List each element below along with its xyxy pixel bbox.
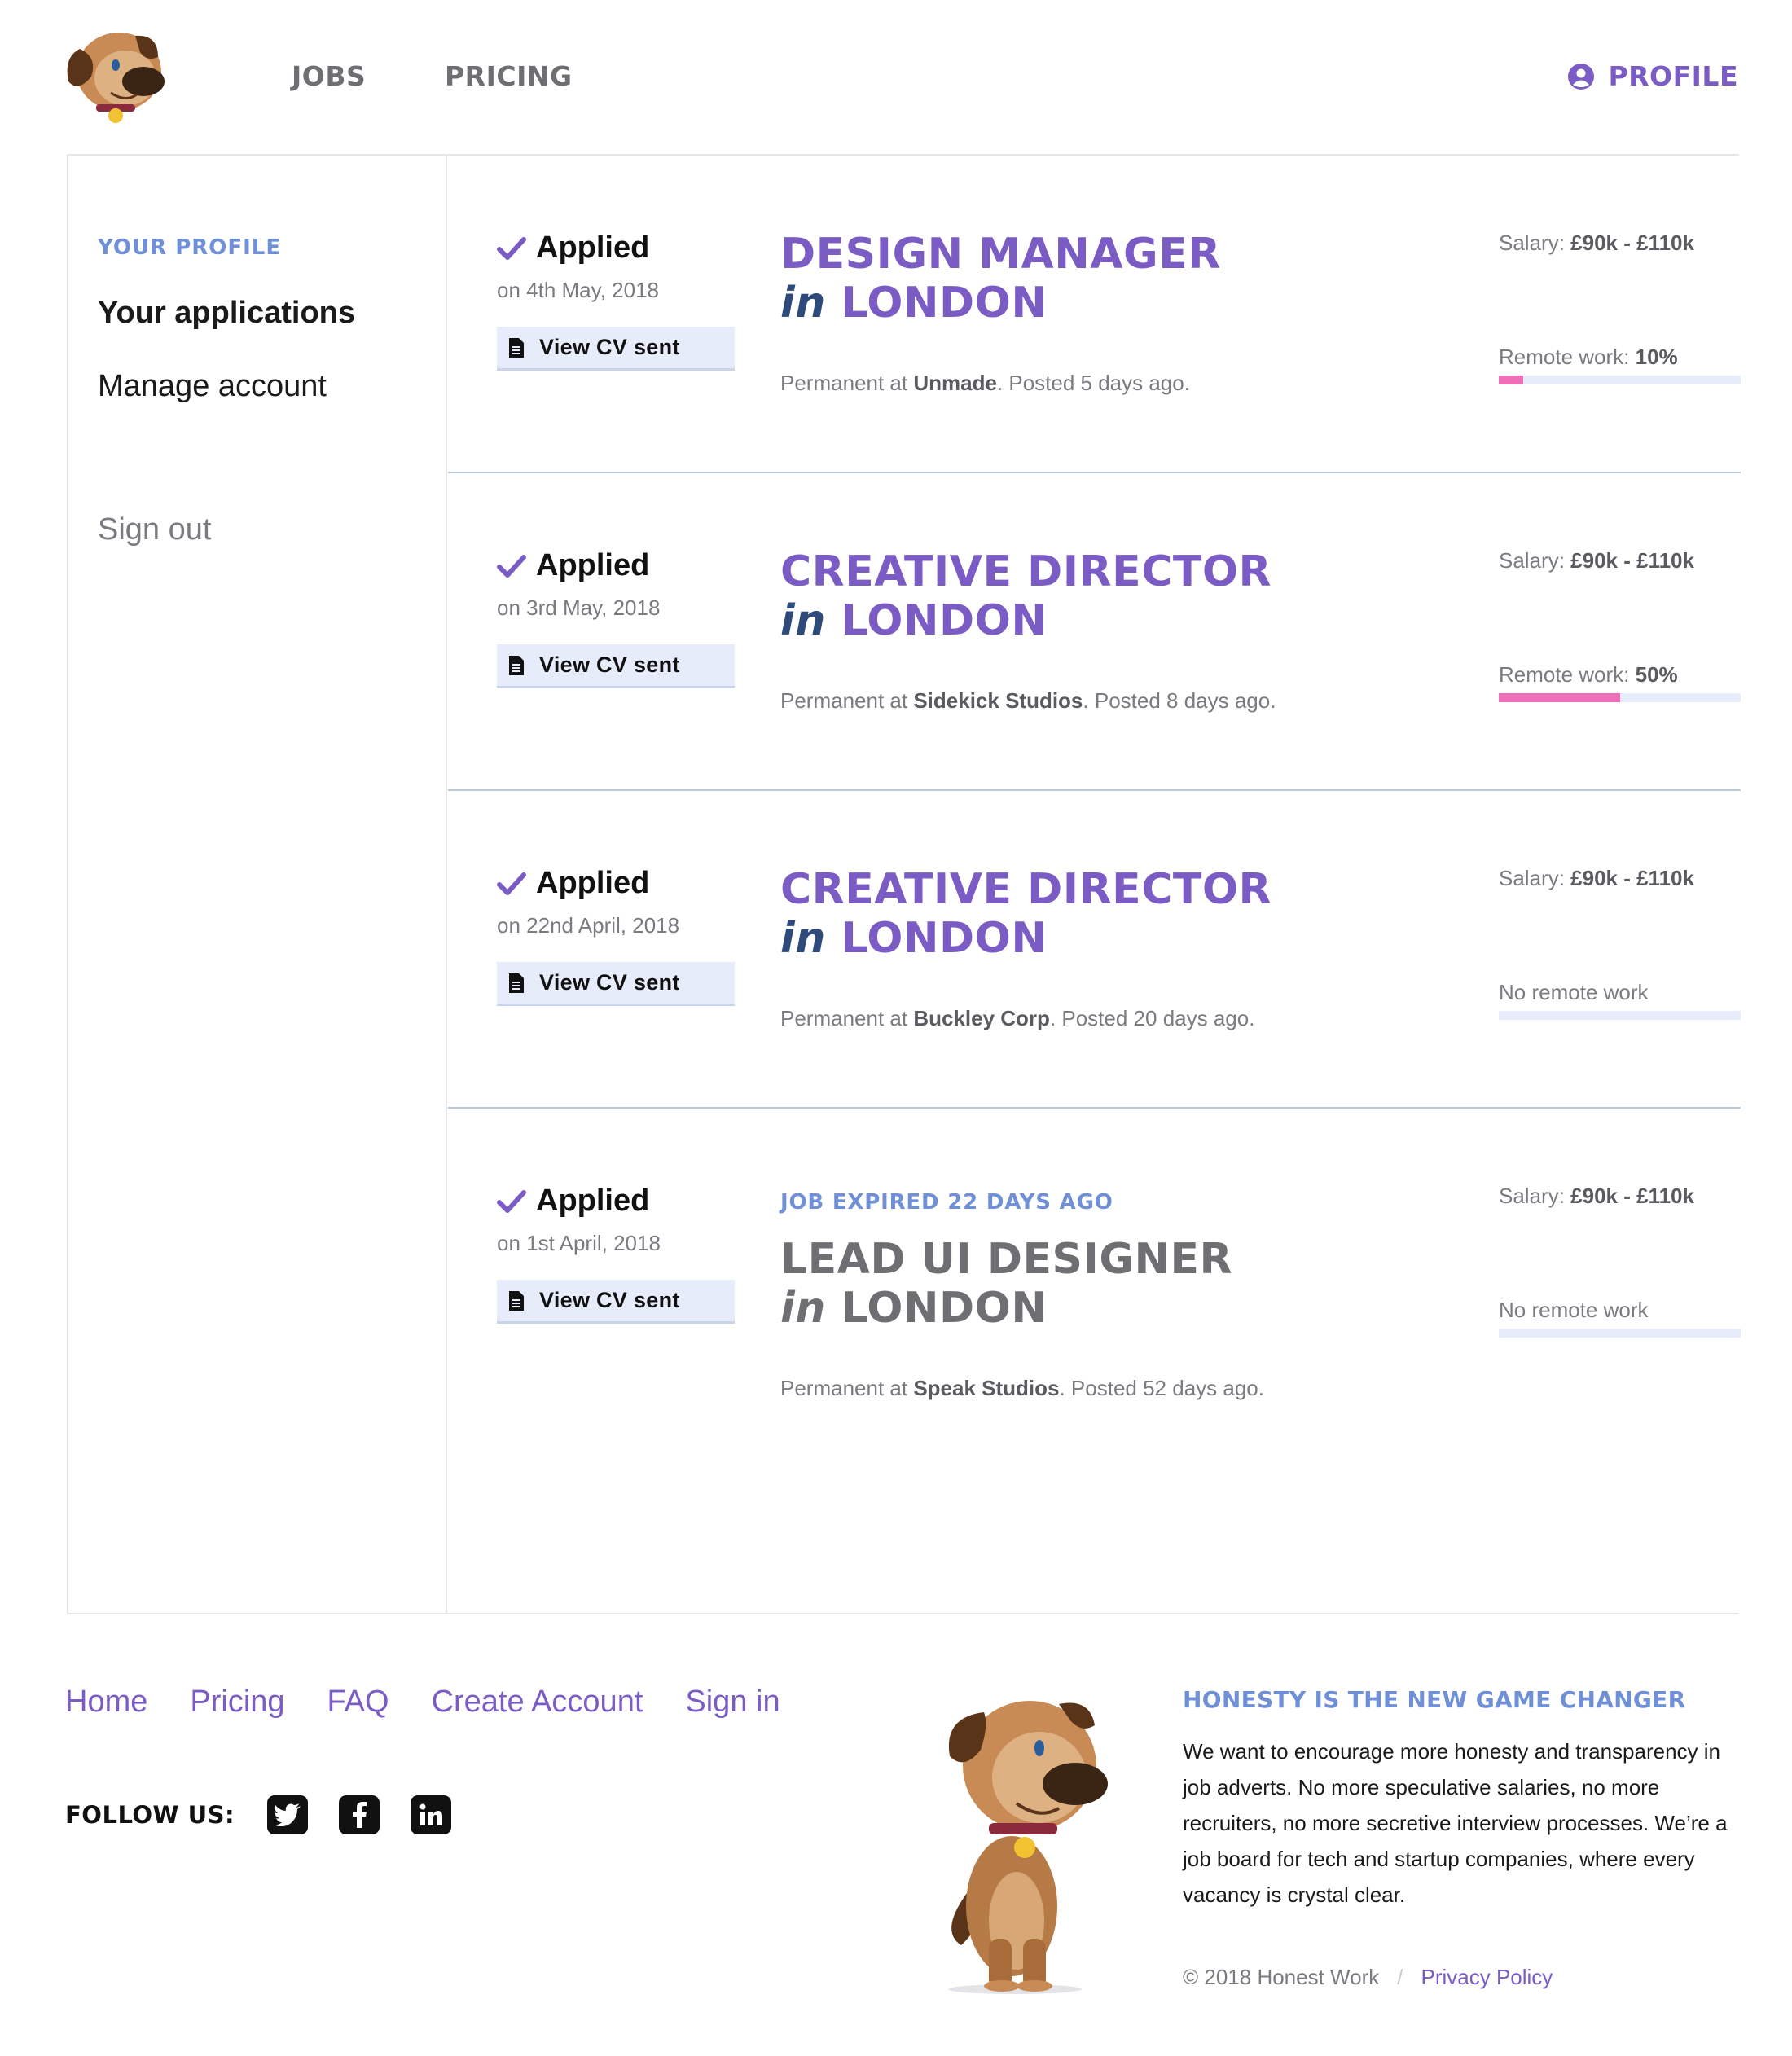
footer-link-create-account[interactable]: Create Account <box>432 1685 643 1720</box>
applied-label: Applied <box>536 548 650 582</box>
facebook-icon[interactable] <box>339 1795 380 1834</box>
footer-separator: / <box>1397 1965 1403 1989</box>
document-icon <box>509 337 524 358</box>
salary: Salary: £90k - £110k <box>1499 1184 1694 1208</box>
application-row: Applied on 4th May, 2018 View CV sent DE… <box>448 156 1741 473</box>
job-meta: Permanent at Buckley Corp. Posted 20 day… <box>780 1006 1255 1030</box>
check-icon <box>497 872 526 895</box>
applied-date: on 4th May, 2018 <box>497 278 659 302</box>
document-icon <box>509 973 524 993</box>
applied-label: Applied <box>536 231 650 265</box>
company-name[interactable]: Sidekick Studios <box>913 688 1083 713</box>
salary: Salary: £90k - £110k <box>1499 548 1694 573</box>
sidebar-heading: YOUR PROFILE <box>98 235 282 260</box>
applied-status: Applied <box>497 231 649 266</box>
application-row: Applied on 1st April, 2018 View CV sent … <box>448 1109 1741 1597</box>
view-cv-label: View CV sent <box>539 970 680 995</box>
linkedin-icon[interactable] <box>411 1795 452 1834</box>
follow-label: FOLLOW US: <box>65 1801 235 1829</box>
applied-status: Applied <box>497 548 649 583</box>
document-icon <box>509 1290 524 1311</box>
job-meta: Permanent at Sidekick Studios. Posted 8 … <box>780 688 1276 713</box>
company-name[interactable]: Unmade <box>913 371 997 395</box>
job-location: in LONDON <box>780 913 1048 963</box>
expired-badge: JOB EXPIRED 22 DAYS AGO <box>780 1190 1113 1215</box>
job-title-text: LEAD UI DESIGNER <box>780 1235 1233 1284</box>
job-meta: Permanent at Unmade. Posted 5 days ago. <box>780 371 1190 395</box>
dog-mascot-illustration <box>948 1701 1108 1994</box>
job-location: in LONDON <box>780 1283 1048 1333</box>
applied-date: on 1st April, 2018 <box>497 1231 661 1255</box>
sidebar-item-your-applications[interactable]: Your applications <box>98 296 355 331</box>
profile-sidebar: YOUR PROFILE Your applications Manage ac… <box>68 156 447 1613</box>
applied-date: on 22nd April, 2018 <box>497 913 680 938</box>
tagline-heading: HONESTY IS THE NEW GAME CHANGER <box>1183 1686 1686 1713</box>
job-title-text: DESIGN MANAGER <box>780 230 1221 279</box>
remote-work-bar <box>1499 693 1741 702</box>
salary: Salary: £90k - £110k <box>1499 866 1694 890</box>
nav-pricing-link[interactable]: PRICING <box>445 60 573 92</box>
job-location: in LONDON <box>780 595 1048 645</box>
footer-link-sign-in[interactable]: Sign in <box>685 1685 780 1720</box>
applied-status: Applied <box>497 866 649 901</box>
job-title-text: CREATIVE DIRECTOR <box>780 865 1272 914</box>
dog-logo[interactable] <box>62 24 169 125</box>
view-cv-label: View CV sent <box>539 335 680 359</box>
remote-work-label: Remote work: 50% <box>1499 662 1678 687</box>
follow-us: FOLLOW US: <box>65 1795 452 1834</box>
profile-label: PROFILE <box>1608 60 1738 92</box>
sign-out-link[interactable]: Sign out <box>98 512 211 547</box>
check-icon <box>497 236 526 260</box>
view-cv-button[interactable]: View CV sent <box>497 1280 735 1324</box>
remote-work-label: Remote work: 10% <box>1499 345 1678 369</box>
job-title[interactable]: LEAD UI DESIGNER in LONDON <box>780 1235 1233 1333</box>
view-cv-label: View CV sent <box>539 652 680 677</box>
remote-work-fill <box>1499 376 1523 384</box>
remote-work-fill <box>1499 693 1620 702</box>
tagline-body: We want to encourage more honesty and tr… <box>1183 1739 1728 1907</box>
application-row: Applied on 22nd April, 2018 View CV sent… <box>448 791 1741 1109</box>
user-icon <box>1568 63 1595 90</box>
view-cv-label: View CV sent <box>539 1288 680 1312</box>
sidebar-item-manage-account[interactable]: Manage account <box>98 369 327 404</box>
remote-work-bar <box>1499 376 1741 384</box>
check-icon <box>497 554 526 578</box>
footer-link-faq[interactable]: FAQ <box>327 1685 389 1720</box>
job-title[interactable]: CREATIVE DIRECTOR in LONDON <box>780 865 1272 964</box>
footer-nav: Home Pricing FAQ Create Account Sign in <box>65 1685 780 1720</box>
view-cv-button[interactable]: View CV sent <box>497 962 735 1006</box>
job-meta: Permanent at Speak Studios. Posted 52 da… <box>780 1376 1264 1400</box>
copyright-row: © 2018 Honest Work / Privacy Policy <box>1183 1965 1553 1990</box>
salary: Salary: £90k - £110k <box>1499 231 1694 255</box>
check-icon <box>497 1189 526 1213</box>
job-title[interactable]: DESIGN MANAGER in LONDON <box>780 230 1221 328</box>
copyright-text: © 2018 Honest Work <box>1183 1965 1380 1989</box>
remote-work-bar <box>1499 1011 1741 1020</box>
company-name[interactable]: Speak Studios <box>913 1376 1059 1400</box>
job-location: in LONDON <box>780 278 1048 327</box>
remote-work-label: No remote work <box>1499 980 1649 1004</box>
privacy-policy-link[interactable]: Privacy Policy <box>1421 1965 1553 1990</box>
footer-link-home[interactable]: Home <box>65 1685 147 1720</box>
applied-label: Applied <box>536 866 650 900</box>
applied-date: on 3rd May, 2018 <box>497 595 661 620</box>
footer-link-pricing[interactable]: Pricing <box>190 1685 284 1720</box>
view-cv-button[interactable]: View CV sent <box>497 644 735 688</box>
application-row: Applied on 3rd May, 2018 View CV sent CR… <box>448 473 1741 791</box>
twitter-icon[interactable] <box>267 1795 309 1834</box>
application-list: Applied on 4th May, 2018 View CV sent DE… <box>448 156 1741 1613</box>
nav-jobs-link[interactable]: JOBS <box>292 60 366 92</box>
document-icon <box>509 655 524 675</box>
remote-work-label: No remote work <box>1499 1298 1649 1322</box>
view-cv-button[interactable]: View CV sent <box>497 327 735 371</box>
applied-label: Applied <box>536 1184 650 1218</box>
applied-status: Applied <box>497 1184 649 1219</box>
company-name[interactable]: Buckley Corp <box>913 1006 1050 1030</box>
applications-panel: YOUR PROFILE Your applications Manage ac… <box>67 154 1741 1614</box>
remote-work-bar <box>1499 1329 1741 1338</box>
header: JOBS PRICING PROFILE <box>0 0 1792 155</box>
profile-link[interactable]: PROFILE <box>1567 60 1738 92</box>
job-title[interactable]: CREATIVE DIRECTOR in LONDON <box>780 547 1272 646</box>
job-title-text: CREATIVE DIRECTOR <box>780 547 1272 596</box>
